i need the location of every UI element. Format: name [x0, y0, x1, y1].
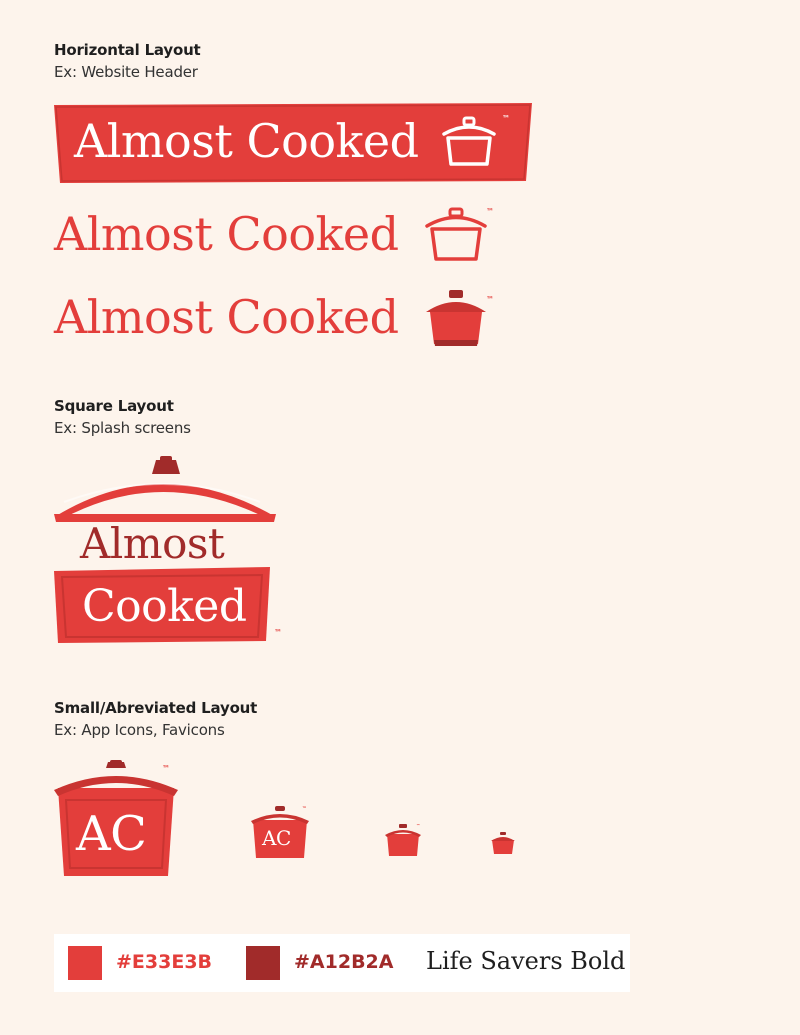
pot-filled-icon [385, 824, 421, 856]
swatch-primary [68, 946, 102, 980]
pot-filled-icon [491, 832, 515, 854]
tm-mark: ™ [302, 806, 307, 812]
ac-abbr-large: AC [76, 806, 147, 862]
palette-bar: #E33E3B #A12B2A Life Savers Bold [54, 934, 630, 992]
tm-mark: ™ [486, 295, 494, 304]
font-name-label: Life Savers Bold [426, 947, 626, 975]
square-logo-word-cooked: Cooked [82, 581, 247, 632]
swatch-dark [246, 946, 280, 980]
hex-primary-label: #E33E3B [116, 951, 213, 973]
horizontal-layout-title: Horizontal Layout [54, 41, 201, 59]
small-layout-title: Small/Abreviated Layout [54, 699, 258, 717]
square-layout-title: Square Layout [54, 397, 174, 415]
hex-dark-label: #A12B2A [294, 951, 394, 973]
logo-banner-wordmark: Almost Cooked [74, 114, 419, 168]
tm-mark: ™ [416, 823, 420, 828]
pot-filled-icon [426, 290, 486, 346]
horizontal-layout-subtitle: Ex: Website Header [54, 63, 198, 81]
pot-outline-icon [442, 116, 496, 166]
tm-mark: ™ [162, 764, 170, 773]
logo-filled-wordmark: Almost Cooked [54, 290, 399, 344]
small-layout-subtitle: Ex: App Icons, Favicons [54, 721, 225, 739]
square-logo-word-almost: Almost [80, 519, 225, 568]
square-layout-subtitle: Ex: Splash screens [54, 419, 191, 437]
ac-abbr-medium: AC [262, 826, 291, 850]
pot-lid-icon [54, 456, 276, 522]
tm-mark: ™ [274, 628, 282, 637]
pot-outline-icon [425, 207, 487, 261]
tm-mark: ™ [486, 207, 494, 216]
tm-mark: ™ [502, 114, 510, 123]
logo-outline-wordmark: Almost Cooked [54, 207, 399, 261]
